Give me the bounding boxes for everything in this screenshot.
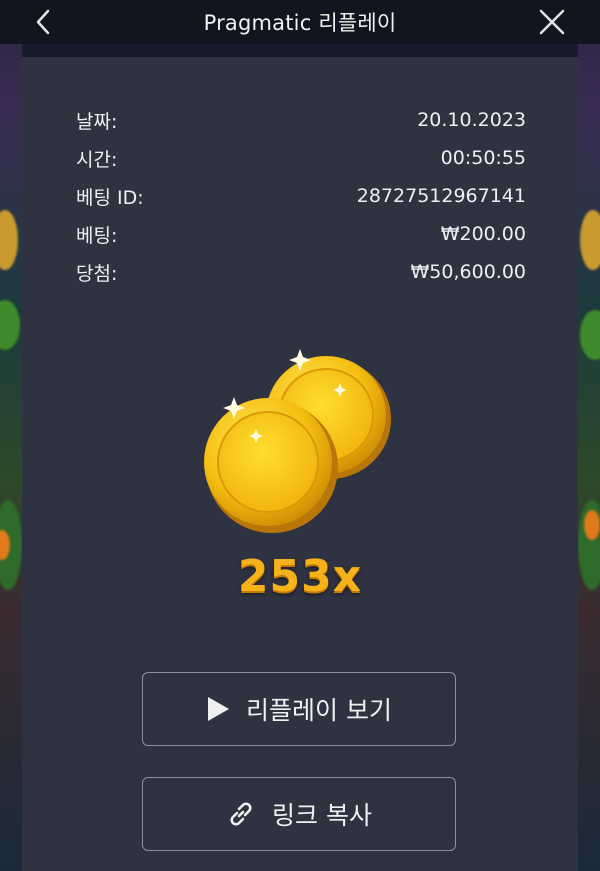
info-value: 00:50:55 [440,147,526,169]
chevron-left-icon[interactable] [30,8,58,36]
background-decoration [580,310,600,360]
bet-info: 날짜: 20.10.2023 시간: 00:50:55 베팅 ID: 28727… [76,101,526,291]
watch-replay-button[interactable]: 리플레이 보기 [142,672,456,746]
background-decoration [0,210,18,270]
modal-header: Pragmatic 리플레이 [0,0,600,44]
info-row-win: 당첨: ₩50,600.00 [76,253,526,291]
info-value: 20.10.2023 [417,109,526,131]
info-value: 28727512967141 [356,185,526,207]
win-multiplier: 253x [237,551,363,602]
info-value: ₩50,600.00 [410,261,526,283]
info-label: 베팅: [76,224,118,247]
info-row-date: 날짜: 20.10.2023 [76,101,526,139]
background-decoration [0,300,20,350]
info-label: 당첨: [76,262,118,285]
background-right [578,0,600,871]
close-icon[interactable] [538,8,566,36]
info-label: 시간: [76,148,118,171]
info-row-bet: 베팅: ₩200.00 [76,215,526,253]
page-title: Pragmatic 리플레이 [203,11,397,35]
copy-link-label: 링크 복사 [272,801,372,830]
link-icon [230,802,252,826]
play-icon [208,697,230,721]
info-row-bet-id: 베팅 ID: 28727512967141 [76,177,526,215]
info-label: 날짜: [76,110,118,133]
background-left [0,0,22,871]
background-decoration [580,210,600,270]
info-value: ₩200.00 [440,223,526,245]
gold-coins-icon [204,349,391,533]
background-decoration [584,510,600,540]
replay-panel: 날짜: 20.10.2023 시간: 00:50:55 베팅 ID: 28727… [22,57,578,871]
watch-replay-label: 리플레이 보기 [246,696,392,725]
info-label: 베팅 ID: [76,186,144,209]
copy-link-button[interactable]: 링크 복사 [142,777,456,851]
info-row-time: 시간: 00:50:55 [76,139,526,177]
